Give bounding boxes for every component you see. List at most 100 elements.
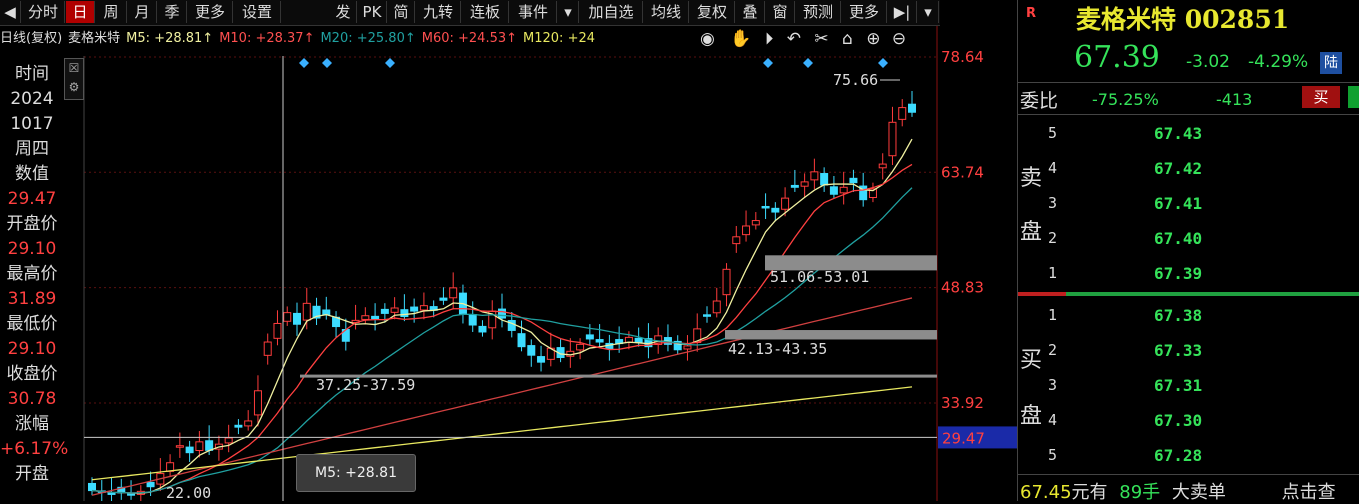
candle-body <box>849 177 858 184</box>
candle-body <box>839 186 848 194</box>
bid-price: 67.31 <box>1154 376 1203 395</box>
bid-level: 3 <box>1048 376 1058 394</box>
panel-controls: ☒ ⚙ <box>64 58 84 100</box>
candle-body <box>898 107 907 120</box>
close-icon[interactable]: ☒ <box>65 59 83 78</box>
ask-label-2: 盘 <box>1020 220 1043 245</box>
candle-body <box>712 300 721 314</box>
candle-body <box>439 297 448 301</box>
ratio-value: -75.25% <box>1092 90 1159 109</box>
candle-body <box>224 437 233 444</box>
support-zone-label: 51.06-53.01 <box>770 268 869 286</box>
bid-row[interactable]: 2 67.33 <box>1048 341 1358 375</box>
bid-row[interactable]: 3 67.31 <box>1048 376 1358 410</box>
event-marker-icon <box>299 58 309 68</box>
year-value: 2024 <box>10 89 54 109</box>
low-value: 29.10 <box>7 339 57 359</box>
alert-text3: 点击查 <box>1281 482 1336 503</box>
big-order-alert[interactable]: 67.45元有 89手 大卖单 点击查 <box>1020 478 1336 504</box>
high-label: 最高价 <box>6 264 58 284</box>
bid-level: 5 <box>1048 446 1058 464</box>
margin-badge: R <box>1026 6 1037 21</box>
candle-body <box>820 173 829 186</box>
support-zone-label: 42.13-43.35 <box>728 340 827 358</box>
price-axis-label: 33.92 <box>941 394 984 412</box>
candle-body <box>205 440 214 451</box>
candle-body <box>410 306 419 312</box>
candle-body <box>185 446 194 454</box>
candle-body <box>498 308 506 319</box>
open-value: 29.10 <box>7 239 57 259</box>
crosshair-value: 29.47 <box>942 429 985 447</box>
open2-label: 开盘 <box>15 464 49 484</box>
candle-body <box>88 482 96 492</box>
bid-level: 4 <box>1048 411 1058 429</box>
bid-label-1: 买 <box>1020 348 1043 373</box>
kline-chart[interactable]: 51.06-53.01 42.13-43.35 37.25-37.59 78.64 63… <box>0 0 1017 501</box>
ratio-bar-red <box>1018 292 1066 296</box>
candle-body <box>771 207 780 213</box>
ask-row[interactable]: 5 67.43 <box>1048 124 1358 158</box>
high-value: 31.89 <box>7 289 57 309</box>
bid-price: 67.33 <box>1154 341 1203 360</box>
candle-body <box>380 308 389 314</box>
ratio-bar-green <box>1066 292 1359 296</box>
candle-body <box>449 287 458 299</box>
candle-body <box>576 343 585 351</box>
ask-price: 67.42 <box>1154 159 1203 178</box>
ask-row[interactable]: 2 67.40 <box>1048 229 1358 263</box>
ask-level: 2 <box>1048 229 1058 247</box>
date-value: 1017 <box>10 114 54 134</box>
event-marker-icon <box>803 58 813 68</box>
close-label: 收盘价 <box>6 364 58 384</box>
low-label: 22.00 <box>166 484 211 501</box>
candle-body <box>293 312 301 325</box>
candle-body <box>419 305 428 311</box>
candle-body <box>175 445 184 448</box>
bid-label-2: 盘 <box>1020 404 1043 429</box>
candle-body <box>751 220 760 226</box>
alert-text2: 大卖单 <box>1171 482 1226 503</box>
alert-price: 67.45 <box>1020 482 1072 503</box>
ask-label-1: 卖 <box>1020 166 1043 191</box>
price-change-pct: -4.29% <box>1248 52 1309 72</box>
ask-level: 5 <box>1048 124 1058 142</box>
candle-body <box>517 333 526 348</box>
ask-price: 67.40 <box>1154 229 1203 248</box>
event-marker-icon <box>763 58 773 68</box>
ask-row[interactable]: 4 67.42 <box>1048 159 1358 193</box>
candle-body <box>595 339 604 343</box>
bid-price: 67.28 <box>1154 446 1203 465</box>
stock-name: 麦格米特 <box>1076 5 1177 34</box>
price-axis-label: 48.83 <box>941 279 984 297</box>
price-axis-label: 63.74 <box>941 163 984 181</box>
candle-body <box>761 205 770 209</box>
buy-button[interactable]: 买 <box>1302 86 1340 108</box>
sell-button[interactable] <box>1348 86 1359 108</box>
event-marker-icon <box>385 58 395 68</box>
bid-row[interactable]: 4 67.30 <box>1048 411 1358 445</box>
weekday-value: 周四 <box>15 139 49 159</box>
gear-icon[interactable]: ⚙ <box>65 78 83 97</box>
candle-body <box>537 356 546 363</box>
candle-body <box>829 186 838 195</box>
candle-body <box>790 184 799 188</box>
candle-body <box>732 236 741 245</box>
bid-row[interactable]: 1 67.38 <box>1048 306 1358 340</box>
event-marker-icon <box>878 58 888 68</box>
stock-code: 002851 <box>1184 5 1290 34</box>
change-label: 涨幅 <box>15 414 49 434</box>
bid-level: 1 <box>1048 306 1058 324</box>
market-tag: 陆 <box>1320 52 1342 74</box>
support-zone <box>725 330 937 340</box>
ask-level: 4 <box>1048 159 1058 177</box>
candle-body <box>371 315 380 320</box>
ask-row[interactable]: 3 67.41 <box>1048 194 1358 228</box>
candle-body <box>478 325 487 333</box>
candle-body <box>683 345 692 350</box>
ask-price: 67.41 <box>1154 194 1203 213</box>
candle-body <box>390 307 399 313</box>
alert-text1: 元有 <box>1071 482 1108 503</box>
candle-body <box>908 103 916 113</box>
low-label: 最低价 <box>6 314 58 334</box>
